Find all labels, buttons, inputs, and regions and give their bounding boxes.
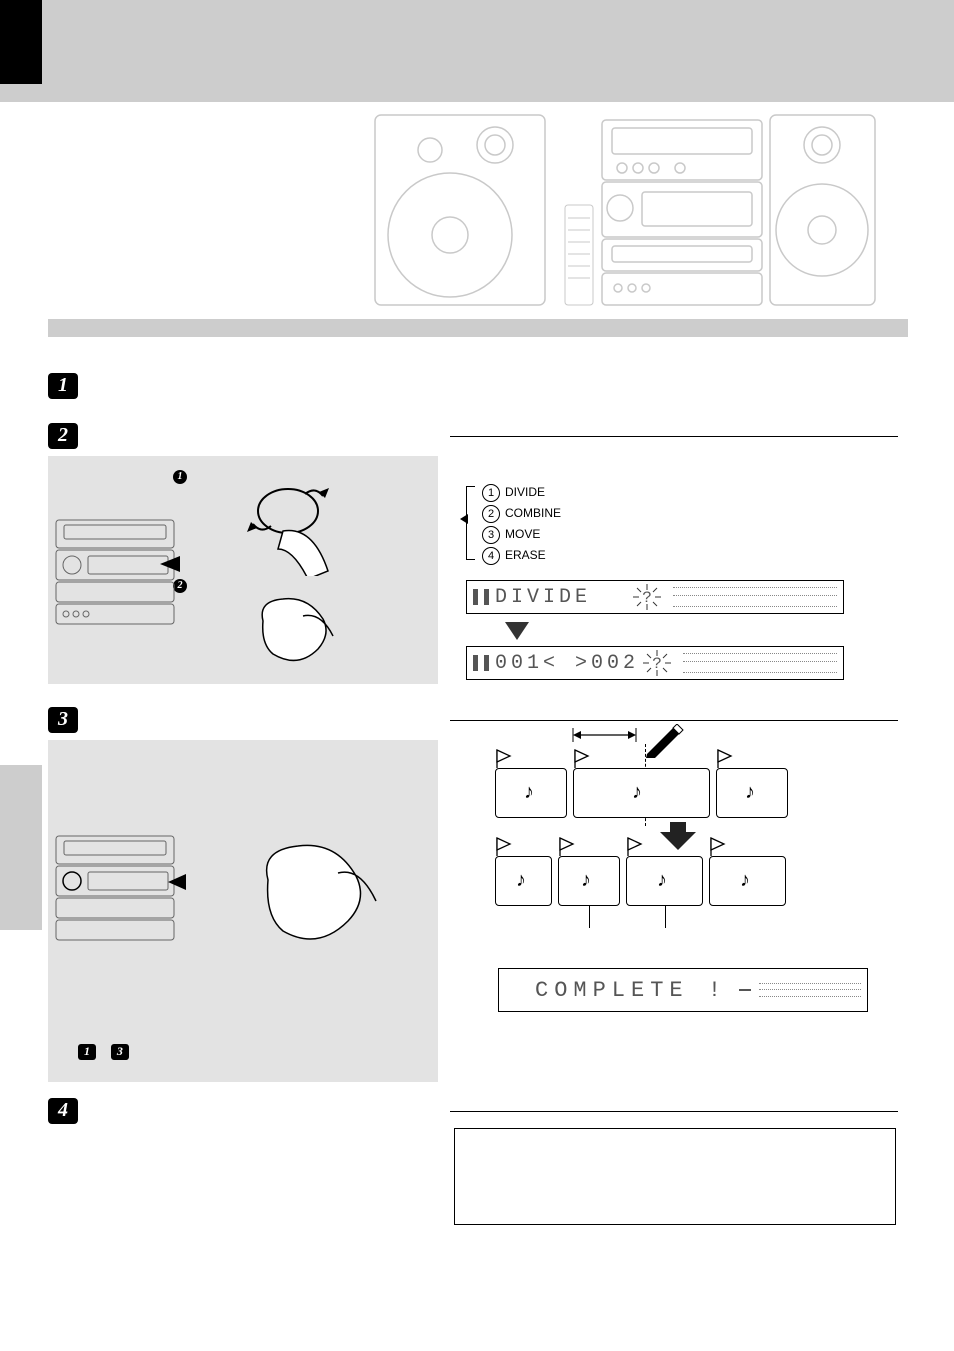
sub-bullet-1: 1 [173,470,187,484]
step-4-rule [450,1111,898,1112]
option-1-label: DIVIDE [505,485,545,499]
option-1: 1DIVIDE [482,482,561,503]
step-marker-1: 1 [48,373,78,399]
track-after-3: ♪ [626,856,703,906]
arrow-down-icon [505,622,529,640]
music-note-icon: ♪ [740,869,750,892]
pause-icon [473,589,489,605]
stereo-thumbnail [48,516,188,631]
hand-press-icon [243,825,383,965]
lcd-dotted-area [683,653,837,673]
svg-text:?: ? [642,589,652,607]
flags-row-2 [492,836,792,858]
music-note-icon: ♪ [581,869,591,892]
track-before-2: ♪ [573,768,710,818]
lcd-tracks: 001< >002 ? [466,646,844,680]
tick-1 [589,906,590,928]
option-4: 4ERASE [482,545,561,566]
step-ref-row: 1 3 [78,1042,129,1060]
step-3-rule [450,720,898,721]
lcd-tracks-text: 001< >002 [495,652,639,675]
option-3: 3MOVE [482,524,561,545]
section-divider [48,319,908,337]
option-2-label: COMBINE [505,506,561,520]
svg-text:?: ? [652,655,662,673]
music-note-icon: ♪ [745,781,755,804]
header-gray-bar [0,0,954,102]
step-3-panel: 1 3 [48,740,438,1082]
music-note-icon: ♪ [516,869,526,892]
option-2: 2COMBINE [482,503,561,524]
step-marker-2: 2 [48,423,78,449]
header-black-tab [0,0,42,84]
music-note-icon: ♪ [632,781,642,804]
step-marker-3: 3 [48,707,78,733]
lcd-complete-text: COMPLETE ! [535,978,727,1003]
span-arrow-icon [571,726,641,744]
option-3-label: MOVE [505,527,540,541]
lcd-divide: DIVIDE ? [466,580,844,614]
options-list: 1DIVIDE 2COMBINE 3MOVE 4ERASE [482,482,561,566]
music-note-icon: ♪ [524,781,534,804]
side-gray-tab [0,765,42,930]
option-4-label: ERASE [505,548,546,562]
hand-turn-icon [233,476,343,576]
note-box [454,1128,896,1225]
step-ref-3: 3 [111,1044,129,1060]
step-ref-1: 1 [78,1044,96,1060]
tick-2 [665,906,666,928]
music-note-icon: ♪ [657,869,667,892]
lcd-dotted-area [759,983,861,997]
lcd-complete: COMPLETE ! [498,968,868,1012]
flash-icon: ? [629,582,665,612]
bracket-arrow [460,514,468,524]
flags-row-1 [492,748,792,770]
track-after-4: ♪ [709,856,786,906]
track-divide-diagram: ♪ ♪ ♪ ♪ ♪ ♪ ♪ [495,726,815,936]
stereo-thumbnail [48,832,188,947]
track-after-2: ♪ [558,856,620,906]
track-after-1: ♪ [495,856,552,906]
step-2-panel: 1 2 [48,456,438,684]
pause-icon [473,655,489,671]
step-2-rule [450,436,898,437]
step-marker-4: 4 [48,1098,78,1124]
flash-icon: ? [639,648,675,678]
hand-press-icon [233,581,343,681]
lcd-dotted-area [673,587,837,607]
track-before-3: ♪ [716,768,788,818]
track-before-1: ♪ [495,768,567,818]
cursor-icon [739,989,751,991]
product-illustration [370,110,880,310]
lcd-divide-text: DIVIDE [495,586,591,609]
